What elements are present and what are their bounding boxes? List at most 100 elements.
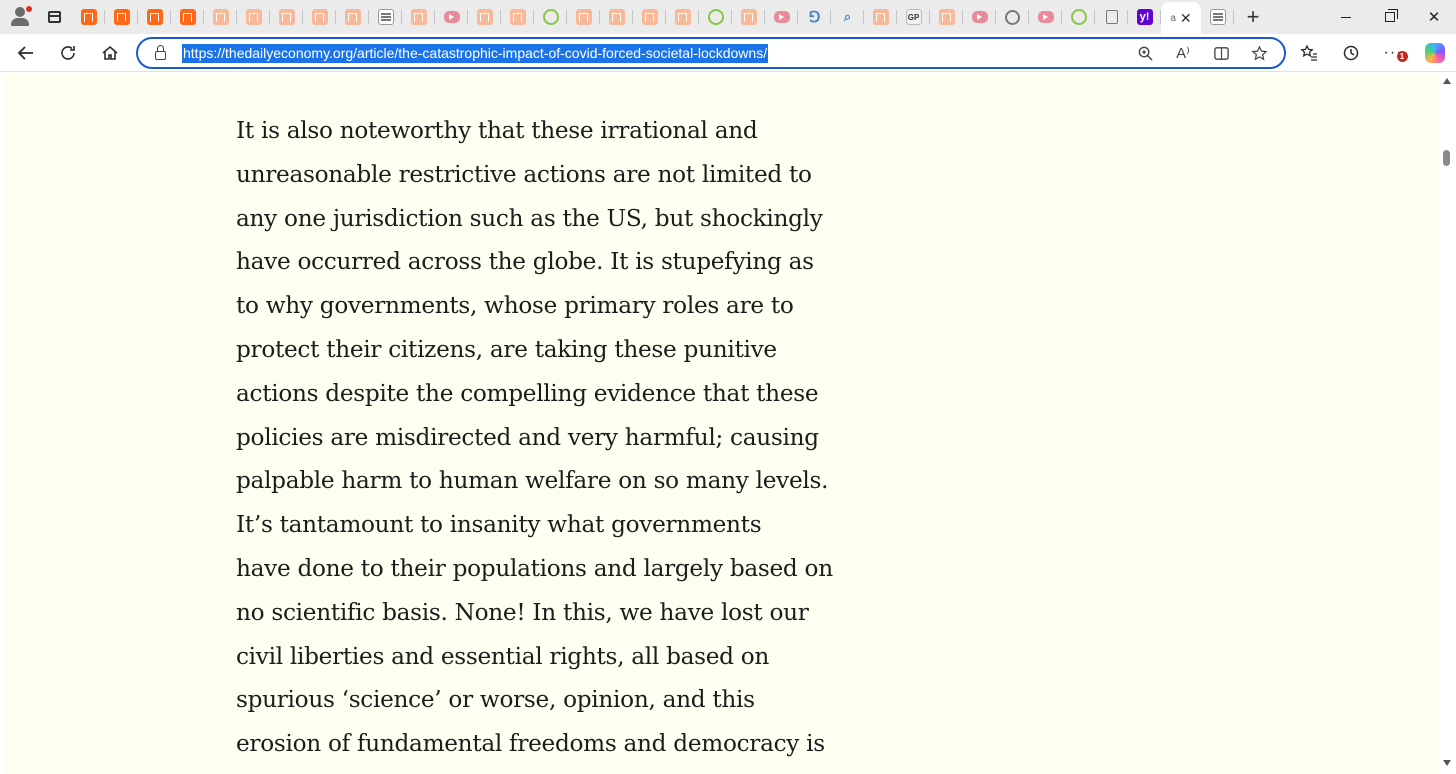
- article-paragraph: It is also noteworthy that these irratio…: [236, 109, 916, 766]
- settings-more-button[interactable]: ··· 1: [1372, 34, 1414, 72]
- star-icon: [1250, 44, 1268, 60]
- substack-icon: [344, 9, 361, 25]
- browser-toolbar: https://thedailyeconomy.org/article/the-…: [0, 34, 1456, 72]
- tab-list: ⅁ ⌕ GP y! a ✕: [72, 0, 1234, 34]
- back-button[interactable]: [5, 34, 47, 72]
- scroll-up-arrow-icon[interactable]: [1443, 78, 1451, 84]
- favorite-star-button[interactable]: [1240, 44, 1278, 62]
- profile-avatar-icon[interactable]: [0, 0, 36, 34]
- browser-tab[interactable]: [534, 0, 567, 34]
- substack-icon: [938, 9, 955, 25]
- article-line: It’s tantamount to insanity what governm…: [236, 511, 762, 539]
- read-aloud-button[interactable]: A⁾: [1164, 44, 1202, 62]
- article-line: have done to their populations and large…: [236, 554, 833, 582]
- article-line: to why governments, whose primary roles …: [236, 292, 794, 320]
- article-line: policies are misdirected and very harmfu…: [236, 423, 819, 451]
- browser-tab[interactable]: [237, 0, 270, 34]
- substack-icon: [641, 9, 658, 25]
- article-line: civil liberties and essential rights, al…: [236, 642, 770, 670]
- youtube-icon: [971, 11, 988, 23]
- browser-tab[interactable]: [633, 0, 666, 34]
- substack-icon: [575, 9, 592, 25]
- browser-tab[interactable]: [204, 0, 237, 34]
- new-tab-button[interactable]: +: [1234, 0, 1272, 34]
- gp-icon: GP: [905, 9, 922, 25]
- substack-icon: [410, 9, 427, 25]
- home-icon: [102, 45, 118, 60]
- scrollbar-thumb[interactable]: [1443, 150, 1450, 166]
- tab-actions-menu-icon[interactable]: [36, 0, 72, 34]
- browser-tab[interactable]: [996, 0, 1029, 34]
- browser-tab[interactable]: [501, 0, 534, 34]
- article-body: It is also noteworthy that these irratio…: [236, 109, 916, 766]
- toolbar-right-tools: ··· 1: [1288, 34, 1456, 72]
- browser-tab[interactable]: [1029, 0, 1062, 34]
- substack-icon: [245, 9, 262, 25]
- browser-tab[interactable]: [303, 0, 336, 34]
- browser-tab[interactable]: ⌕: [831, 0, 864, 34]
- notification-badge: 1: [1397, 51, 1408, 62]
- browser-tab[interactable]: [567, 0, 600, 34]
- browser-tab[interactable]: [468, 0, 501, 34]
- browser-tab[interactable]: [930, 0, 963, 34]
- browser-tab[interactable]: ⅁: [798, 0, 831, 34]
- browser-tab[interactable]: [270, 0, 303, 34]
- browser-tab[interactable]: [369, 0, 402, 34]
- home-button[interactable]: [89, 34, 131, 72]
- substack-icon: [179, 9, 196, 25]
- copilot-button[interactable]: [1414, 34, 1456, 72]
- browser-tab[interactable]: [435, 0, 468, 34]
- substack-icon: [80, 9, 97, 25]
- browser-tab[interactable]: [336, 0, 369, 34]
- window-controls: ✕: [1324, 0, 1456, 34]
- site-info-lock-icon[interactable]: [138, 39, 182, 67]
- article-line: actions despite the compelling evidence …: [236, 379, 819, 407]
- browser-tab[interactable]: [105, 0, 138, 34]
- refresh-button[interactable]: [47, 34, 89, 72]
- refresh-icon: [61, 45, 75, 60]
- browser-tab[interactable]: [1095, 0, 1128, 34]
- article-line: unreasonable restrictive actions are not…: [236, 160, 812, 188]
- browser-tab[interactable]: [864, 0, 897, 34]
- browser-tab[interactable]: [402, 0, 435, 34]
- scroll-down-arrow-icon[interactable]: [1443, 760, 1451, 766]
- favorites-button[interactable]: [1288, 34, 1330, 72]
- substack-icon: [872, 9, 889, 25]
- rumble-icon: [708, 9, 724, 25]
- zoom-in-icon: [1138, 46, 1153, 61]
- browser-tab[interactable]: [171, 0, 204, 34]
- browser-tab[interactable]: [699, 0, 732, 34]
- history-button[interactable]: [1330, 34, 1372, 72]
- immersive-reader-button[interactable]: [1202, 45, 1240, 62]
- youtube-icon: [773, 11, 790, 23]
- browser-tab[interactable]: [138, 0, 171, 34]
- browser-tab[interactable]: [72, 0, 105, 34]
- substack-icon: [608, 9, 625, 25]
- browser-tab[interactable]: [1062, 0, 1095, 34]
- browser-tab[interactable]: y!: [1128, 0, 1161, 34]
- substack-icon: [509, 9, 526, 25]
- article-line: no scientific basis. None! In this, we h…: [236, 598, 809, 626]
- browser-tab[interactable]: GP: [897, 0, 930, 34]
- zoom-button[interactable]: [1126, 45, 1164, 62]
- url-text[interactable]: https://thedailyeconomy.org/article/the-…: [182, 43, 769, 63]
- window-close-button[interactable]: ✕: [1412, 0, 1456, 34]
- substack-icon: [740, 9, 757, 25]
- substack-icon: [476, 9, 493, 25]
- search-icon: ⌕: [843, 9, 852, 24]
- tab-close-icon[interactable]: ✕: [1180, 10, 1192, 27]
- substack-icon: [674, 9, 691, 25]
- browser-tab[interactable]: [732, 0, 765, 34]
- browser-tab[interactable]: [1201, 0, 1234, 34]
- browser-tab[interactable]: [765, 0, 798, 34]
- restore-button[interactable]: [1368, 0, 1412, 34]
- vertical-scrollbar[interactable]: [1438, 73, 1456, 774]
- browser-tab[interactable]: [600, 0, 633, 34]
- yahoo-icon: y!: [1136, 9, 1153, 25]
- active-tab[interactable]: a ✕: [1161, 2, 1201, 34]
- minimize-button[interactable]: [1324, 0, 1368, 34]
- browser-tab[interactable]: [963, 0, 996, 34]
- substack-icon: [311, 9, 328, 25]
- address-bar[interactable]: https://thedailyeconomy.org/article/the-…: [136, 37, 1286, 69]
- browser-tab[interactable]: [666, 0, 699, 34]
